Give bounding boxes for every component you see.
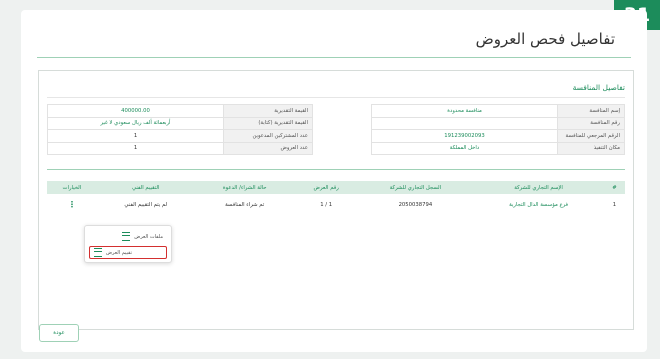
title-divider xyxy=(37,57,631,58)
info-label: عدد العروض xyxy=(223,141,313,155)
info-row: رقم المنافسة xyxy=(371,116,625,130)
info-row: عدد المشتركين المدعوين 1 xyxy=(47,129,313,143)
offer-cell-tech-eval: لم يتم التقييم الفني xyxy=(124,201,168,208)
competition-info-table-left: القيمة التقديرية 400000.00 القيمة التقديري… xyxy=(47,104,313,155)
offers-column-header: # xyxy=(603,181,625,194)
info-value: 191239002093 xyxy=(371,129,558,143)
page-title: تفاصيل فحص العروض xyxy=(475,30,615,48)
info-value: 1 xyxy=(47,129,224,143)
info-label: مكان التنفيذ xyxy=(557,141,625,155)
offer-cell-offer-no: 1 / 1 xyxy=(320,201,333,208)
evaluate-offer-label: تقييم العرض xyxy=(106,249,132,256)
info-label: القيمة التقديرية (كتابة) xyxy=(223,116,313,130)
more-options-icon[interactable]: ⋮ xyxy=(67,200,77,209)
info-label: القيمة التقديرية xyxy=(223,104,313,118)
competition-details-panel: تفاصيل المنافسة إسم المنافسة منافسة محدود… xyxy=(38,70,634,330)
info-value: 1 xyxy=(47,141,224,155)
competition-info-table-right: إسم المنافسة منافسة محدودة رقم المنافسة الر… xyxy=(371,104,625,155)
info-value: أربعمائة ألف ريال سعودي لا غير xyxy=(47,116,224,130)
offer-cell-options: ⋮ xyxy=(47,194,97,215)
offers-column-header: رقم العرض xyxy=(294,181,358,194)
info-value: منافسة محدودة xyxy=(371,104,558,118)
info-row: القيمة التقديرية 400000.00 xyxy=(47,104,313,118)
list-icon xyxy=(122,232,131,241)
info-row: إسم المنافسة منافسة محدودة xyxy=(371,104,625,118)
offers-column-header: السجل التجاري للشركة xyxy=(357,181,474,194)
evaluate-offer-menu-item[interactable]: تقييم العرض xyxy=(89,246,167,259)
panel-title: تفاصيل المنافسة xyxy=(572,83,625,92)
info-value xyxy=(371,116,558,130)
offers-column-header: التقييم الفني xyxy=(96,181,195,194)
info-row: مكان التنفيذ داخل المملكة xyxy=(371,141,625,155)
offers-column-header: الإسم التجاري للشركة xyxy=(473,181,604,194)
panel-divider xyxy=(47,97,625,98)
offer-cell-cr: 2050038794 xyxy=(398,201,433,208)
info-value: 400000.00 xyxy=(47,104,224,118)
list-icon xyxy=(94,248,102,257)
offer-files-label: ملفات العرض xyxy=(134,233,163,240)
info-value: داخل المملكة xyxy=(371,141,558,155)
table-row: 1 فرع مؤسسة الدال التجارية 2050038794 1 / 1… xyxy=(47,194,625,215)
offers-divider xyxy=(47,169,625,170)
info-label: رقم المنافسة xyxy=(557,116,625,130)
offer-files-menu-item[interactable]: ملفات العرض xyxy=(118,231,167,242)
offers-header-row: # الإسم التجاري للشركة السجل التجاري للشرك… xyxy=(47,181,625,194)
info-label: عدد المشتركين المدعوين xyxy=(223,129,313,143)
back-button[interactable]: عودة xyxy=(39,324,79,342)
offer-cell-num: 1 xyxy=(612,201,617,208)
info-label: إسم المنافسة xyxy=(557,104,625,118)
info-row: عدد العروض 1 xyxy=(47,141,313,155)
info-row: الرقم المرجعي للمنافسة 191239002093 xyxy=(371,129,625,143)
offers-column-header: حالة الشراء/ الدعوة xyxy=(194,181,295,194)
offers-table: # الإسم التجاري للشركة السجل التجاري للشرك… xyxy=(47,181,625,215)
offer-cell-company: فرع مؤسسة الدال التجارية xyxy=(509,201,569,208)
info-label: الرقم المرجعي للمنافسة xyxy=(557,129,625,143)
info-row: القيمة التقديرية (كتابة) أربعمائة ألف ريا… xyxy=(47,116,313,130)
offer-cell-status: تم شراء المنافسة xyxy=(225,201,265,208)
options-dropdown-menu: ملفات العرض تقييم العرض xyxy=(84,225,172,263)
page-card: تفاصيل فحص العروض تفاصيل المنافسة إسم ال… xyxy=(21,10,647,352)
offers-column-header: الخيارات xyxy=(47,181,97,194)
